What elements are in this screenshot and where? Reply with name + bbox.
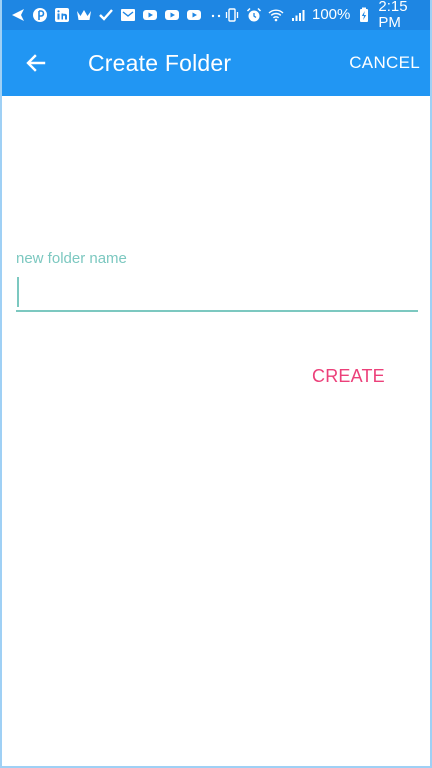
folder-name-label: new folder name <box>16 250 127 267</box>
system-status: 100% 2:15 PM <box>224 0 422 31</box>
more-dots-icon <box>208 7 224 23</box>
signal-icon <box>290 7 306 23</box>
folder-name-field[interactable] <box>16 274 418 312</box>
notification-icons <box>10 7 224 23</box>
checkmark-icon <box>98 7 114 23</box>
create-button[interactable]: CREATE <box>308 362 389 391</box>
battery-charging-icon <box>356 7 372 23</box>
wifi-icon <box>268 7 284 23</box>
alarm-icon <box>246 7 262 23</box>
vibrate-icon <box>224 7 240 23</box>
youtube-icon <box>186 7 202 23</box>
battery-percent: 100% <box>312 6 351 23</box>
send-icon <box>10 7 26 23</box>
arrow-back-icon <box>26 54 46 72</box>
youtube-icon <box>164 7 180 23</box>
cancel-button[interactable]: CANCEL <box>349 47 420 79</box>
app-bar: Create Folder CANCEL <box>2 30 430 96</box>
linkedin-icon <box>54 7 70 23</box>
mail-icon <box>120 7 136 23</box>
back-button[interactable] <box>16 43 56 83</box>
pinterest-icon <box>32 7 48 23</box>
page-title: Create Folder <box>88 49 232 76</box>
folder-name-input[interactable] <box>16 274 418 310</box>
crown-icon <box>76 7 92 23</box>
app-screen: 100% 2:15 PM Create Folder CANCEL new fo… <box>0 0 432 768</box>
status-bar: 100% 2:15 PM <box>2 0 430 31</box>
status-time: 2:15 PM <box>378 0 408 31</box>
youtube-icon <box>142 7 158 23</box>
